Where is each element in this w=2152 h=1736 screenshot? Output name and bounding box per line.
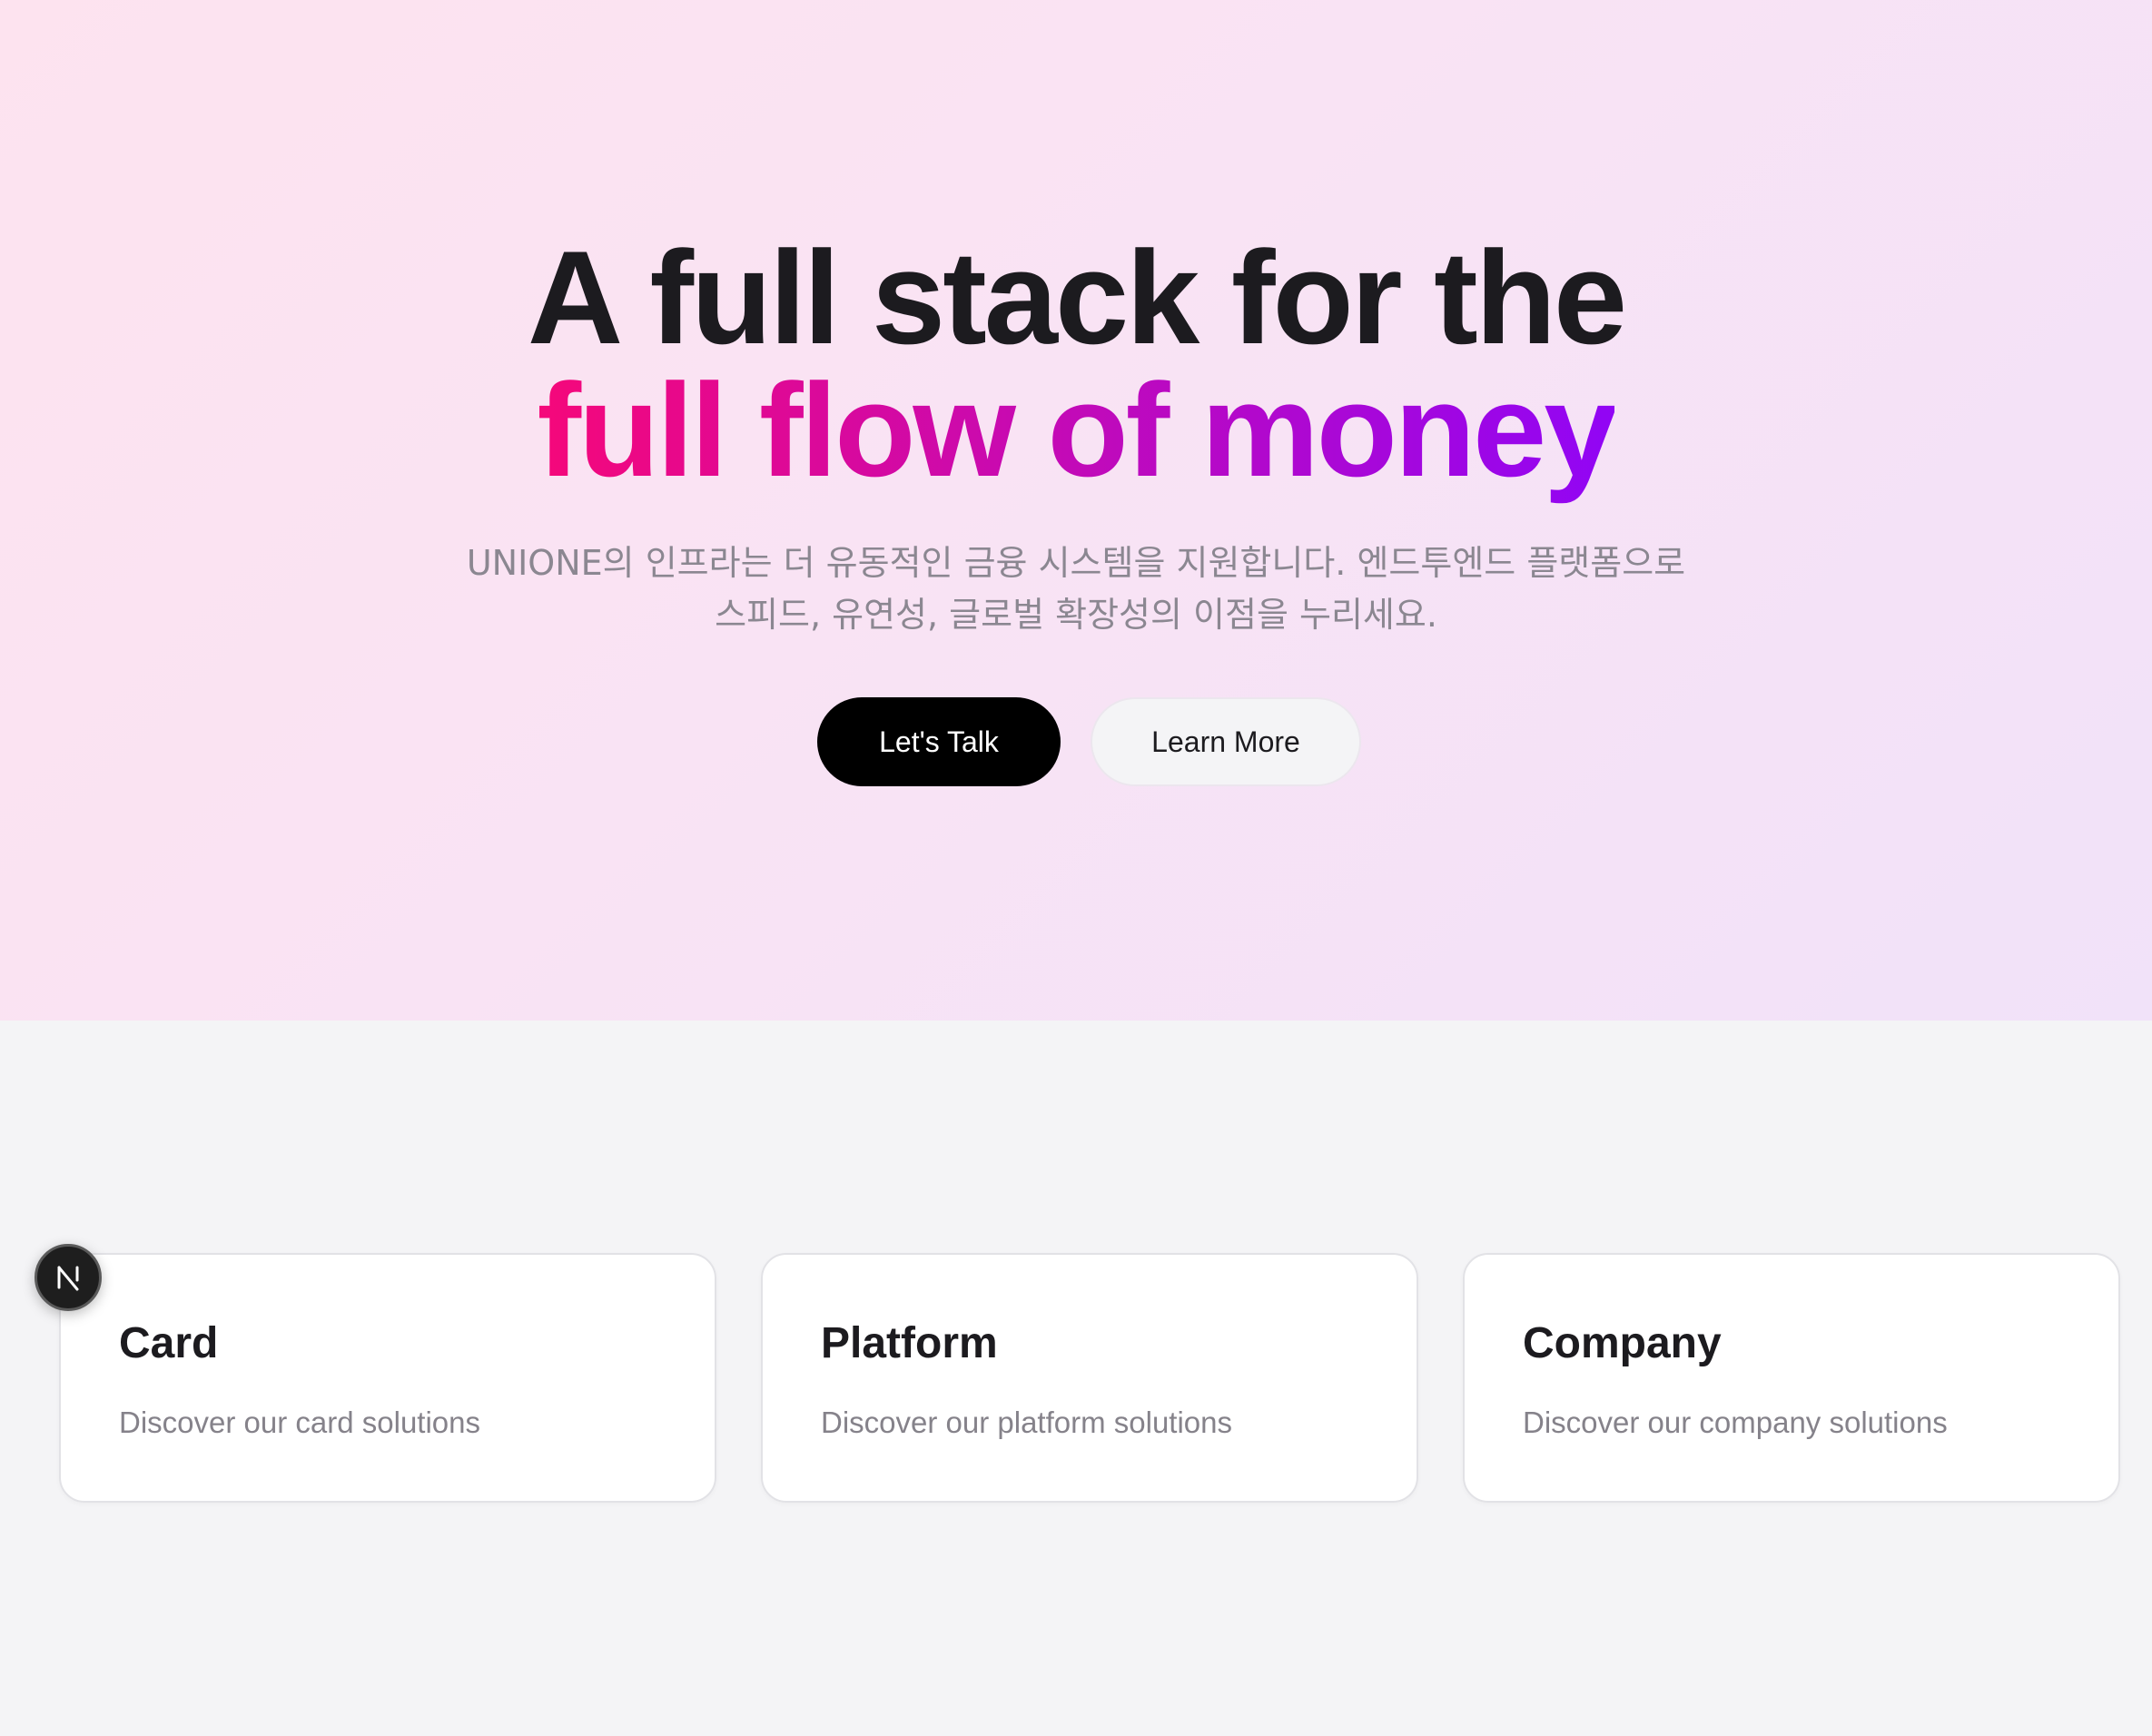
subtitle-line-2: 스피드, 유연성, 글로벌 확장성의 이점을 누리세요. [715,595,1437,635]
hero-headline: A full stack for the full flow of money [0,232,2152,515]
nextjs-dev-badge[interactable] [35,1244,102,1311]
subtitle-line-1: UNIONE의 인프라는 더 유동적인 금융 시스템을 지원합니다. 엔드투엔드… [466,543,1686,583]
nextjs-n-icon [57,1266,79,1291]
card-solutions-card[interactable]: Card Discover our card solutions [59,1253,716,1503]
card-title: Card [119,1319,219,1367]
card-title: Company [1523,1319,1722,1367]
card-description: Discover our company solutions [1523,1406,1948,1439]
headline-line-1: A full stack for the [527,223,1627,371]
lets-talk-button[interactable]: Let's Talk [817,697,1061,786]
learn-more-button[interactable]: Learn More [1091,697,1361,786]
company-solutions-card[interactable]: Company Discover our company solutions [1463,1253,2120,1503]
headline-line-2-gradient: full flow of money [538,364,1618,515]
card-title: Platform [821,1319,998,1367]
hero-subtitle: UNIONE의 인프라는 더 유동적인 금융 시스템을 지원합니다. 엔드투엔드… [440,538,1712,641]
hero-section: A full stack for the full flow of money … [0,0,2152,1021]
card-description: Discover our platform solutions [821,1406,1233,1439]
platform-solutions-card[interactable]: Platform Discover our platform solutions [761,1253,1418,1503]
card-description: Discover our card solutions [119,1406,480,1439]
